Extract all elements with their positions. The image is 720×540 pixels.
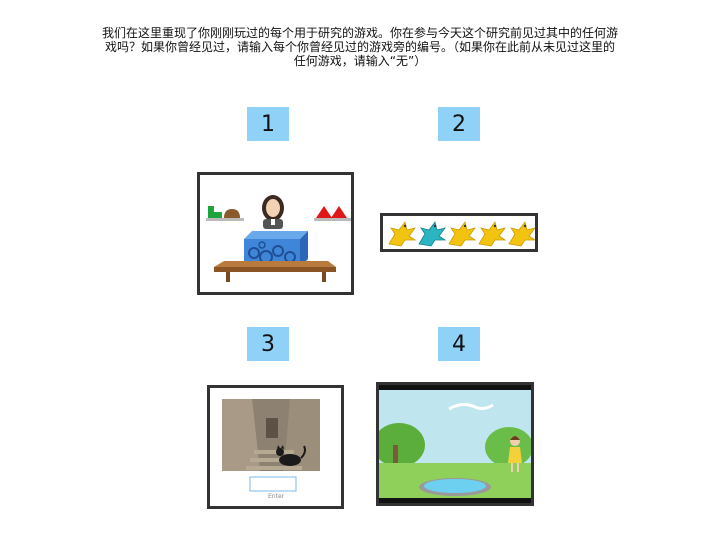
pond-water (424, 479, 486, 493)
enter-caption: Enter (268, 493, 285, 500)
game-2-thumbnail[interactable] (380, 213, 538, 252)
game-3-thumbnail[interactable]: Enter (207, 385, 344, 509)
teal-dinosaur-icon (418, 221, 447, 247)
right-trees (485, 427, 531, 467)
yellow-dinosaur-icon (388, 221, 417, 247)
red-triangle-icon (316, 206, 332, 218)
game-3-number-badge[interactable]: 3 (247, 327, 289, 361)
yellow-dinosaur-icon (478, 221, 507, 247)
game-1-number-badge[interactable]: 1 (247, 107, 289, 141)
game-4-thumbnail[interactable] (376, 382, 534, 506)
instructions-text: 我们在这里重现了你刚刚玩过的每个用于研究的游戏。你在参与今天这个研究前见过其中的… (101, 26, 618, 68)
green-block-icon (208, 206, 222, 218)
experimenter-avatar (262, 195, 284, 229)
blicket-machine-illustration (206, 195, 351, 282)
game-4-number-badge[interactable]: 4 (438, 327, 480, 361)
dinosaur-row-illustration (388, 221, 535, 247)
yellow-dinosaur-icon (508, 221, 535, 247)
answer-input-box (249, 476, 297, 492)
cartoon-park-illustration (379, 385, 531, 503)
wooden-table (214, 261, 336, 282)
right-shelf (314, 218, 351, 221)
left-shelf (206, 218, 244, 221)
cat-photo-illustration (222, 399, 320, 492)
game-2-number-badge[interactable]: 2 (438, 107, 480, 141)
red-triangle-icon (331, 206, 347, 218)
yellow-dinosaur-icon (448, 221, 477, 247)
brown-dome-icon (224, 209, 240, 218)
game-1-thumbnail[interactable] (197, 172, 354, 295)
